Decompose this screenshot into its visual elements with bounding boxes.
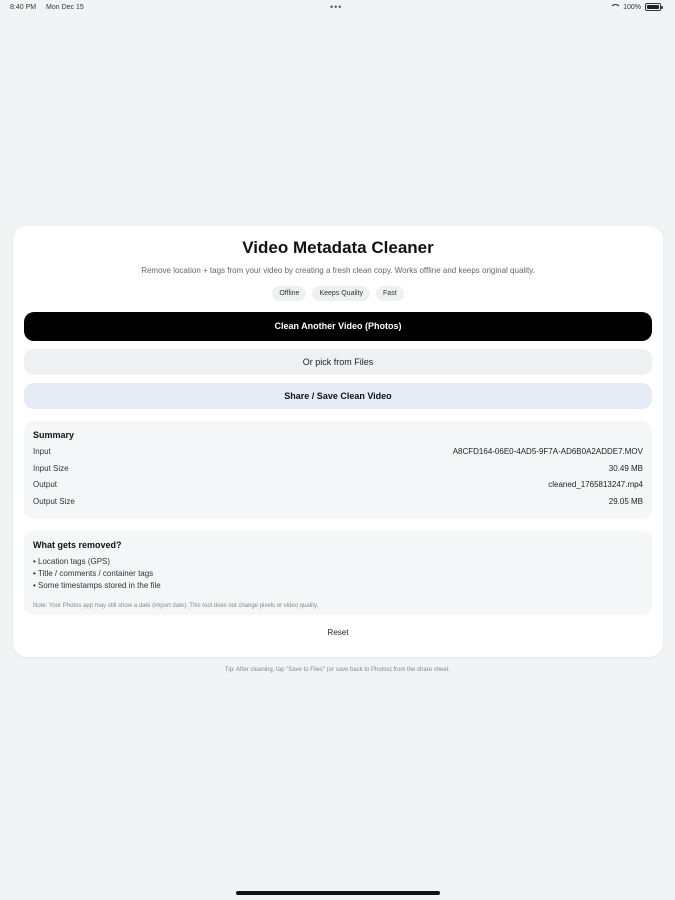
summary-label: Output Size: [33, 497, 75, 506]
chip-fast: Fast: [376, 286, 404, 301]
removed-item: • Location tags (GPS): [33, 557, 111, 566]
clean-another-video-button[interactable]: Clean Another Video (Photos): [24, 312, 652, 341]
status-date: Mon Dec 15: [46, 4, 84, 11]
summary-title: Summary: [33, 430, 75, 440]
summary-row-input-size: Input Size 30.49 MB: [33, 464, 643, 476]
wifi-icon: [610, 3, 622, 11]
main-card: Video Metadata Cleaner Remove location +…: [13, 226, 663, 657]
battery-percent: 100%: [623, 3, 641, 11]
page-subtitle: Remove location + tags from your video b…: [141, 266, 535, 275]
chip-keeps-quality: Keeps Quality: [312, 286, 371, 301]
summary-row-output: Output cleaned_1765813247.mp4: [33, 480, 643, 492]
tip-text: Tip: After cleaning, tap "Save to Files"…: [224, 667, 451, 673]
share-save-button[interactable]: Share / Save Clean Video: [24, 383, 652, 409]
feature-chips: Offline Keeps Quality Fast: [13, 286, 663, 301]
summary-panel: Summary Input A8CFD164-06E0-4AD5-9F7A-AD…: [24, 421, 652, 519]
reset-button[interactable]: Reset: [13, 628, 663, 637]
multitasking-dots-icon[interactable]: •••: [330, 2, 342, 12]
page-title: Video Metadata Cleaner: [242, 238, 434, 257]
summary-value: 29.05 MB: [608, 497, 643, 506]
chip-offline: Offline: [272, 286, 307, 301]
pick-from-files-button[interactable]: Or pick from Files: [24, 349, 652, 375]
status-bar: 8:40 PM Mon Dec 15 ••• 100%: [0, 0, 675, 18]
summary-label: Input: [33, 447, 51, 456]
status-time: 8:40 PM: [10, 4, 37, 11]
summary-value: A8CFD164-06E0-4AD5-9F7A-AD6B0A2ADDE7.MOV: [452, 447, 643, 456]
removed-item: • Some timestamps stored in the file: [33, 581, 161, 590]
summary-label: Input Size: [33, 464, 69, 473]
summary-value: 30.49 MB: [608, 464, 643, 473]
removed-item: • Title / comments / container tags: [33, 569, 154, 578]
status-bar-right: 100%: [610, 3, 663, 11]
summary-row-output-size: Output Size 29.05 MB: [33, 497, 643, 509]
home-indicator[interactable]: [236, 891, 440, 895]
summary-row-input: Input A8CFD164-06E0-4AD5-9F7A-AD6B0A2ADD…: [33, 447, 643, 459]
summary-label: Output: [33, 480, 58, 489]
removed-note: Note: Your Photos app may still show a d…: [33, 603, 319, 609]
battery-icon: [645, 3, 663, 11]
status-bar-left: 8:40 PM Mon Dec 15: [10, 4, 92, 11]
summary-value: cleaned_1765813247.mp4: [548, 480, 643, 489]
what-gets-removed-panel: What gets removed? • Location tags (GPS)…: [24, 531, 652, 615]
removed-title: What gets removed?: [33, 540, 122, 550]
